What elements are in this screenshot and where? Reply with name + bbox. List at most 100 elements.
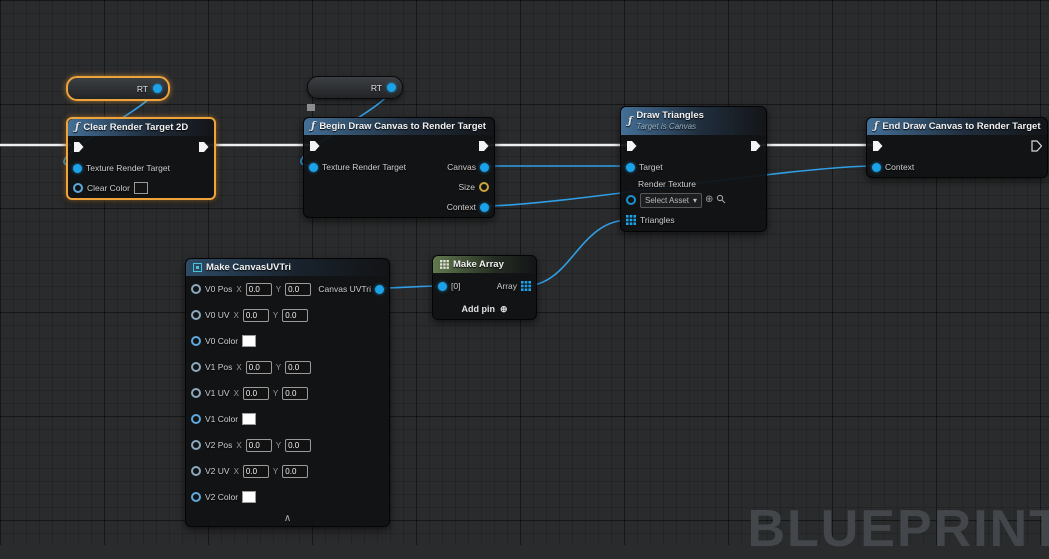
variable-getter-rt-2[interactable]: RT [307,76,403,99]
variable-name: RT [371,83,382,93]
node-header[interactable]: ƒ Clear Render Target 2D [68,119,214,136]
pin-label: Canvas UVTri [318,284,371,294]
v2-uv-pin[interactable] [191,466,201,476]
context-pin[interactable] [872,163,881,172]
exec-out-pin[interactable] [478,140,489,152]
v1-uv-x-input[interactable] [243,387,269,400]
axis-y-label: Y [276,363,281,372]
wire-array-to-triangles[interactable] [524,220,629,286]
exec-out-pin[interactable] [1031,140,1042,152]
texture-render-target-pin[interactable] [309,163,318,172]
v2-uv-x-input[interactable] [243,465,269,478]
pin-label: Context [885,162,914,172]
pin-label: V0 Pos [205,284,232,294]
rt1-output-pin[interactable] [153,84,162,93]
node-end-draw-canvas[interactable]: ƒ End Draw Canvas to Render Target Conte… [866,117,1048,178]
pin-label: Size [458,182,475,192]
v1-pos-y-input[interactable] [285,361,311,374]
v2-pos-x-input[interactable] [246,439,272,452]
v1-color-swatch[interactable] [242,413,256,425]
node-clear-render-target-2d[interactable]: ƒ Clear Render Target 2D Texture Render … [66,117,216,200]
pin-label: V1 Pos [205,362,232,372]
exec-out-pin[interactable] [198,141,209,153]
clear-color-swatch[interactable] [134,182,148,194]
node-header[interactable]: Make CanvasUVTri [186,259,389,276]
array-out-pin[interactable] [521,281,531,291]
variable-getter-rt-1[interactable]: RT [66,76,170,101]
blueprint-graph-canvas[interactable]: BLUEPRINT RT RT ƒ Clear Render Target 2D [0,0,1049,545]
v2-color-swatch[interactable] [242,491,256,503]
use-selected-asset-icon[interactable]: ⊕ [705,195,713,205]
exec-in-pin[interactable] [309,140,320,152]
pin-label: V2 Color [205,492,238,502]
axis-x-label: X [236,363,241,372]
v1-color-pin[interactable] [191,414,201,424]
node-make-canvas-uvtri[interactable]: Make CanvasUVTri V0 Pos X Y Canvas UVTri… [185,258,390,527]
pin-label: V2 UV [205,466,230,476]
v1-pos-x-input[interactable] [246,361,272,374]
chevron-down-icon: ▾ [693,196,697,205]
v2-uv-y-input[interactable] [282,465,308,478]
v0-color-pin[interactable] [191,336,201,346]
axis-x-label: X [236,441,241,450]
v0-uv-y-input[interactable] [282,309,308,322]
v0-pos-pin[interactable] [191,284,201,294]
canvas-uvtri-out-pin[interactable] [375,285,384,294]
pin-label: Context [447,202,476,212]
browse-asset-icon[interactable] [716,194,726,207]
exec-out-pin[interactable] [750,140,761,152]
node-draw-triangles[interactable]: ƒ Draw Triangles Target is Canvas Target… [620,106,767,232]
v1-uv-pin[interactable] [191,388,201,398]
node-title: Draw Triangles [636,110,704,121]
node-make-array[interactable]: Make Array [0] Array Add pin ⊕ [432,255,537,320]
context-out-pin[interactable] [480,203,489,212]
blueprint-watermark: BLUEPRINT [747,499,1049,559]
render-texture-pin[interactable] [626,195,636,205]
v0-uv-pin[interactable] [191,310,201,320]
array-element-0-pin[interactable] [438,282,447,291]
v2-pos-pin[interactable] [191,440,201,450]
v1-pos-pin[interactable] [191,362,201,372]
size-out-pin[interactable] [479,182,489,192]
clear-color-pin[interactable] [73,183,83,193]
pin-label: Texture Render Target [86,163,170,173]
node-title: Make Array [453,259,504,270]
pin-label: [0] [451,281,460,291]
node-title: End Draw Canvas to Render Target [882,121,1040,132]
pin-label: Render Texture [638,179,696,189]
v0-pos-y-input[interactable] [285,283,311,296]
exec-in-pin[interactable] [872,140,883,152]
exec-in-pin[interactable] [73,141,84,153]
node-header[interactable]: ƒ Draw Triangles Target is Canvas [621,107,766,135]
node-title: Begin Draw Canvas to Render Target [319,121,486,132]
v0-color-swatch[interactable] [242,335,256,347]
node-header[interactable]: Make Array [433,256,536,273]
collapse-advanced-icon[interactable]: ∧ [284,513,291,524]
add-pin-button[interactable]: Add pin ⊕ [433,299,536,319]
node-begin-draw-canvas[interactable]: ƒ Begin Draw Canvas to Render Target Tex… [303,117,495,218]
v2-pos-y-input[interactable] [285,439,311,452]
axis-y-label: Y [276,285,281,294]
v1-uv-y-input[interactable] [282,387,308,400]
target-pin[interactable] [626,163,635,172]
pin-label: V0 Color [205,336,238,346]
asset-select-dropdown[interactable]: Select Asset ▾ [640,193,702,208]
v0-pos-x-input[interactable] [246,283,272,296]
canvas-out-pin[interactable] [480,163,489,172]
rt2-output-pin[interactable] [387,83,396,92]
node-header[interactable]: ƒ Begin Draw Canvas to Render Target [304,118,494,135]
node-subtitle: Target is Canvas [636,121,704,132]
function-icon: ƒ [874,121,878,132]
exec-in-pin[interactable] [626,140,637,152]
v0-uv-x-input[interactable] [243,309,269,322]
node-header[interactable]: ƒ End Draw Canvas to Render Target [867,118,1047,135]
variable-name: RT [137,84,148,94]
triangles-array-pin[interactable] [626,215,636,225]
v2-color-pin[interactable] [191,492,201,502]
axis-x-label: X [234,311,239,320]
asset-picker: Select Asset ▾ ⊕ [640,193,726,208]
node-title: Make CanvasUVTri [206,262,291,273]
function-icon: ƒ [75,122,79,133]
pin-label: V0 UV [205,310,230,320]
texture-render-target-pin[interactable] [73,164,82,173]
